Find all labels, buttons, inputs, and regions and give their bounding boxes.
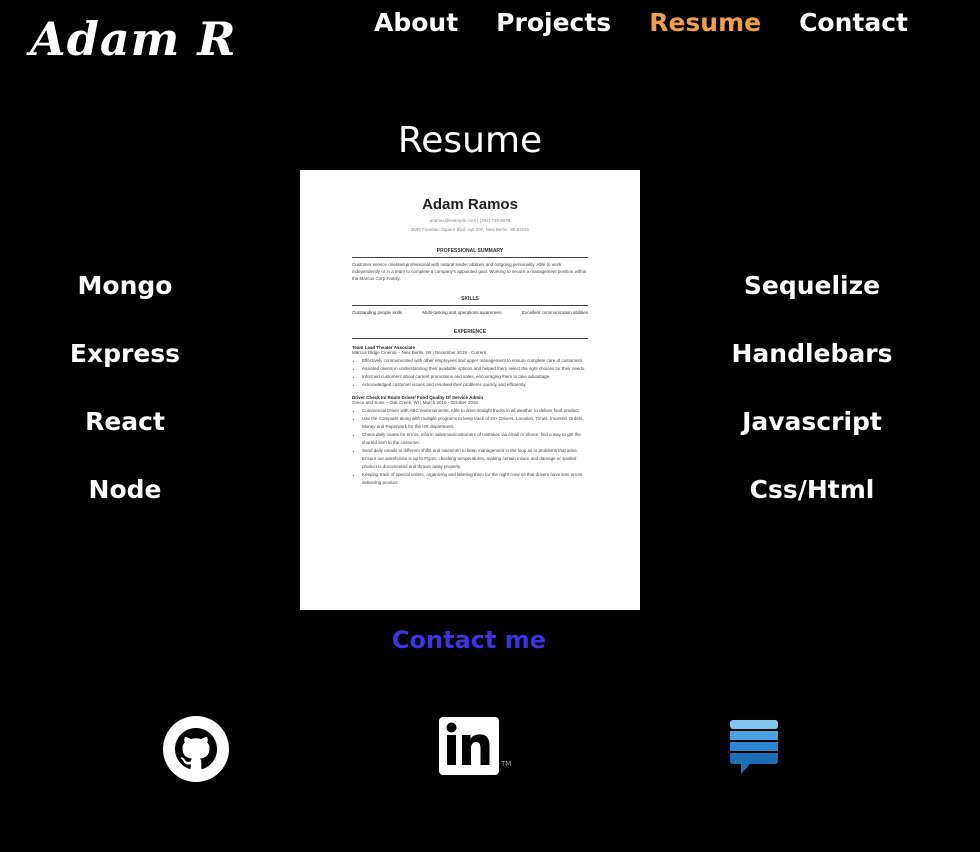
- list-item: Keeping track of special orders, organiz…: [362, 471, 588, 487]
- skill-item: Css/Html: [749, 475, 875, 504]
- resume-skill: Multi-tasking and operations awareness: [422, 310, 502, 315]
- skill-item: Node: [88, 475, 162, 504]
- list-item: Effectively communicated with other empl…: [362, 357, 588, 365]
- main-nav: About Projects Resume Contact: [374, 8, 908, 37]
- resume-job-list: Effectively communicated with other empl…: [362, 357, 588, 389]
- skill-item: Mongo: [77, 271, 173, 300]
- list-item: Acknowledged customer issues and resolve…: [362, 381, 588, 389]
- skill-item: React: [85, 407, 165, 436]
- resume-job-list: Commercial Driver with ABC endorsements.…: [362, 407, 588, 487]
- resume-skill: Excellent communication abilities: [521, 310, 588, 315]
- skill-item: Javascript: [742, 407, 882, 436]
- nav-resume[interactable]: Resume: [649, 8, 761, 37]
- linkedin-glyph: [446, 722, 490, 765]
- resume-skill: Outstanding people skills: [352, 310, 403, 315]
- list-item: Informed customers about current promoti…: [362, 373, 588, 381]
- nav-projects[interactable]: Projects: [496, 8, 611, 37]
- resume-name: Adam Ramos: [422, 196, 518, 213]
- page-title: Resume: [397, 120, 543, 161]
- logo[interactable]: Adam R: [30, 12, 237, 66]
- skill-item: Handlebars: [731, 339, 893, 368]
- github-icon[interactable]: [163, 716, 229, 782]
- linkedin-icon[interactable]: [439, 717, 499, 775]
- skills-left: Mongo Express React Node: [40, 270, 210, 542]
- list-item: Commercial Driver with ABC endorsements.…: [362, 407, 588, 415]
- skills-right: Sequelize Handlebars Javascript Css/Html: [712, 270, 912, 542]
- list-item: Assisted clients in understanding their …: [362, 365, 588, 373]
- nav-about[interactable]: About: [374, 8, 458, 37]
- list-item: Use the Computer along with multiple pro…: [362, 415, 588, 431]
- stackoverflow-icon[interactable]: [730, 720, 778, 778]
- resume-email-phone: aramos@example.com | (262) 719-5078: [429, 218, 511, 223]
- trademark-text: TM: [501, 760, 512, 768]
- resume-summary: Customer service oriented professional w…: [352, 262, 587, 281]
- resume-skills-heading: SKILLS: [352, 296, 588, 306]
- resume-job-sub: Greco and Sons – Oak Creek, WI | March 2…: [352, 400, 478, 405]
- nav-contact[interactable]: Contact: [799, 8, 908, 37]
- contact-me-link[interactable]: Contact me: [0, 626, 938, 654]
- resume-document[interactable]: Adam Ramos aramos@example.com | (262) 71…: [300, 170, 640, 610]
- github-glyph: [175, 728, 218, 770]
- resume-job-sub: Marcus Ridge Cinema – New Berlin, WI | D…: [352, 350, 486, 355]
- resume-summary-heading: PROFESSIONAL SUMMARY: [352, 248, 588, 258]
- stackoverflow-glyph: [730, 720, 778, 774]
- skill-item: Sequelize: [743, 271, 881, 300]
- resume-contact: aramos@example.com | (262) 719-5078 3665…: [352, 216, 588, 234]
- resume-address: 3665 Fountain Square Blvd, Apt 207, New …: [410, 227, 530, 232]
- resume-experience-heading: EXPERIENCE: [352, 329, 588, 339]
- resume-skills: Outstanding people skills Multi-tasking …: [352, 310, 588, 315]
- skill-item: Express: [69, 339, 181, 368]
- list-item: Check daily routes for errors, inform sa…: [362, 431, 588, 447]
- list-item: Send daily emails to different shifts an…: [362, 447, 588, 471]
